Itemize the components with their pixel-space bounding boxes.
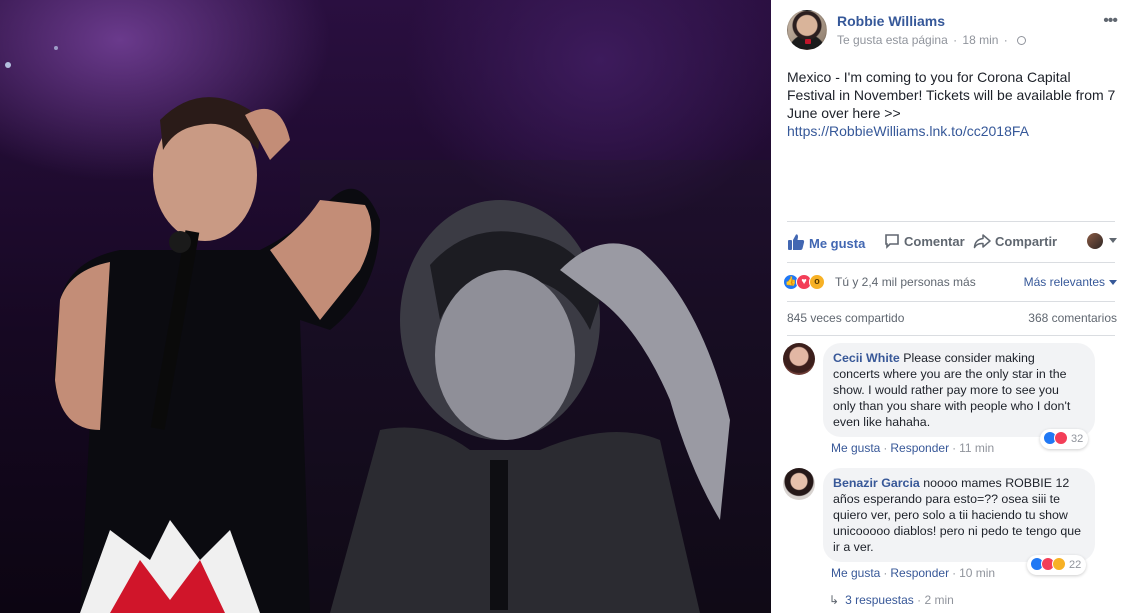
post-as-selector[interactable] — [1087, 233, 1117, 249]
comment-label: Comentar — [904, 234, 965, 249]
commenter-avatar[interactable] — [783, 343, 815, 375]
post-text: Mexico - I'm coming to you for Corona Ca… — [787, 68, 1117, 140]
comment-reaction-count: 22 — [1069, 559, 1082, 571]
sort-label: Más relevantes — [1023, 275, 1105, 289]
share-icon — [973, 234, 991, 249]
page-name-link[interactable]: Robbie Williams — [837, 13, 945, 29]
post-actions: Me gusta Comentar Compartir — [787, 228, 1117, 256]
comment-icon — [885, 234, 899, 249]
chevron-down-icon — [1109, 238, 1117, 243]
comment-author[interactable]: Cecii White — [833, 351, 900, 365]
post-panel: Robbie Williams Te gusta esta página · 1… — [771, 0, 1127, 613]
caret-down-icon — [1109, 280, 1117, 285]
divider — [787, 221, 1115, 222]
comment-reply-link[interactable]: Responder — [890, 566, 949, 580]
commenter-avatar[interactable] — [783, 468, 815, 500]
ticket-link[interactable]: https://RobbieWilliams.lnk.to/cc2018FA — [787, 123, 1029, 139]
divider — [787, 301, 1115, 302]
post-body: Mexico - I'm coming to you for Corona Ca… — [787, 69, 1116, 121]
comment-actions: Me gusta · Responder · 11 min — [831, 441, 995, 455]
sort-comments-dropdown[interactable]: Más relevantes — [1024, 275, 1117, 289]
comment-bubble: Benazir Garcia noooo mames ROBBIE 12 año… — [823, 468, 1095, 562]
divider — [787, 262, 1115, 263]
divider — [787, 335, 1115, 336]
love-reaction-icon — [1054, 431, 1068, 445]
view-replies-link[interactable]: ↳ 3 respuestas · 2 min — [829, 593, 954, 607]
comment-like-link[interactable]: Me gusta — [831, 566, 880, 580]
shares-comments-row: 845 veces compartido 368 comentarios — [787, 311, 1117, 327]
like-button[interactable]: Me gusta — [787, 233, 865, 251]
user-avatar — [1087, 233, 1103, 249]
haha-reaction-icon — [1052, 557, 1066, 571]
like-label: Me gusta — [809, 236, 866, 251]
concert-photo-illustration — [5, 46, 771, 613]
comment-time[interactable]: 10 min — [959, 566, 995, 580]
page-liked-label[interactable]: Te gusta esta página — [837, 33, 948, 47]
post-header: Robbie Williams Te gusta esta página · 1… — [787, 10, 1118, 54]
more-options-icon[interactable]: ••• — [1103, 12, 1118, 30]
comment-reactions[interactable]: 22 — [1027, 555, 1087, 575]
comment-reaction-count: 32 — [1071, 433, 1084, 445]
reaction-count-text[interactable]: Tú y 2,4 mil personas más — [835, 275, 976, 289]
comment-time[interactable]: 11 min — [959, 441, 994, 455]
post-meta: Te gusta esta página · 18 min · — [837, 33, 1027, 47]
comment-reactions[interactable]: 32 — [1040, 429, 1089, 449]
replies-time: 2 min — [924, 593, 954, 607]
comment-reply-link[interactable]: Responder — [890, 441, 949, 455]
share-button[interactable]: Compartir — [973, 233, 1057, 249]
reactions-summary: 👍 ♥ o Tú y 2,4 mil personas más Más rele… — [783, 272, 1117, 292]
wow-reaction-icon[interactable]: o — [809, 274, 825, 290]
post-timestamp[interactable]: 18 min — [962, 33, 998, 47]
comment-bubble: Cecii White Please consider making conce… — [823, 343, 1095, 437]
reply-arrow-icon: ↳ — [829, 593, 840, 607]
share-label: Compartir — [995, 234, 1058, 249]
page-avatar[interactable] — [787, 10, 827, 50]
comment-author[interactable]: Benazir Garcia — [833, 476, 920, 490]
thumbs-up-icon — [788, 234, 805, 250]
replies-separator: · — [913, 593, 925, 607]
comment-actions: Me gusta · Responder · 10 min — [831, 566, 996, 580]
globe-icon — [1017, 36, 1027, 45]
post-photo[interactable] — [0, 0, 771, 613]
share-count[interactable]: 845 veces compartido — [787, 311, 904, 325]
comment-like-link[interactable]: Me gusta — [831, 441, 880, 455]
comment-count[interactable]: 368 comentarios — [1028, 311, 1117, 325]
replies-label: 3 respuestas — [845, 593, 914, 607]
